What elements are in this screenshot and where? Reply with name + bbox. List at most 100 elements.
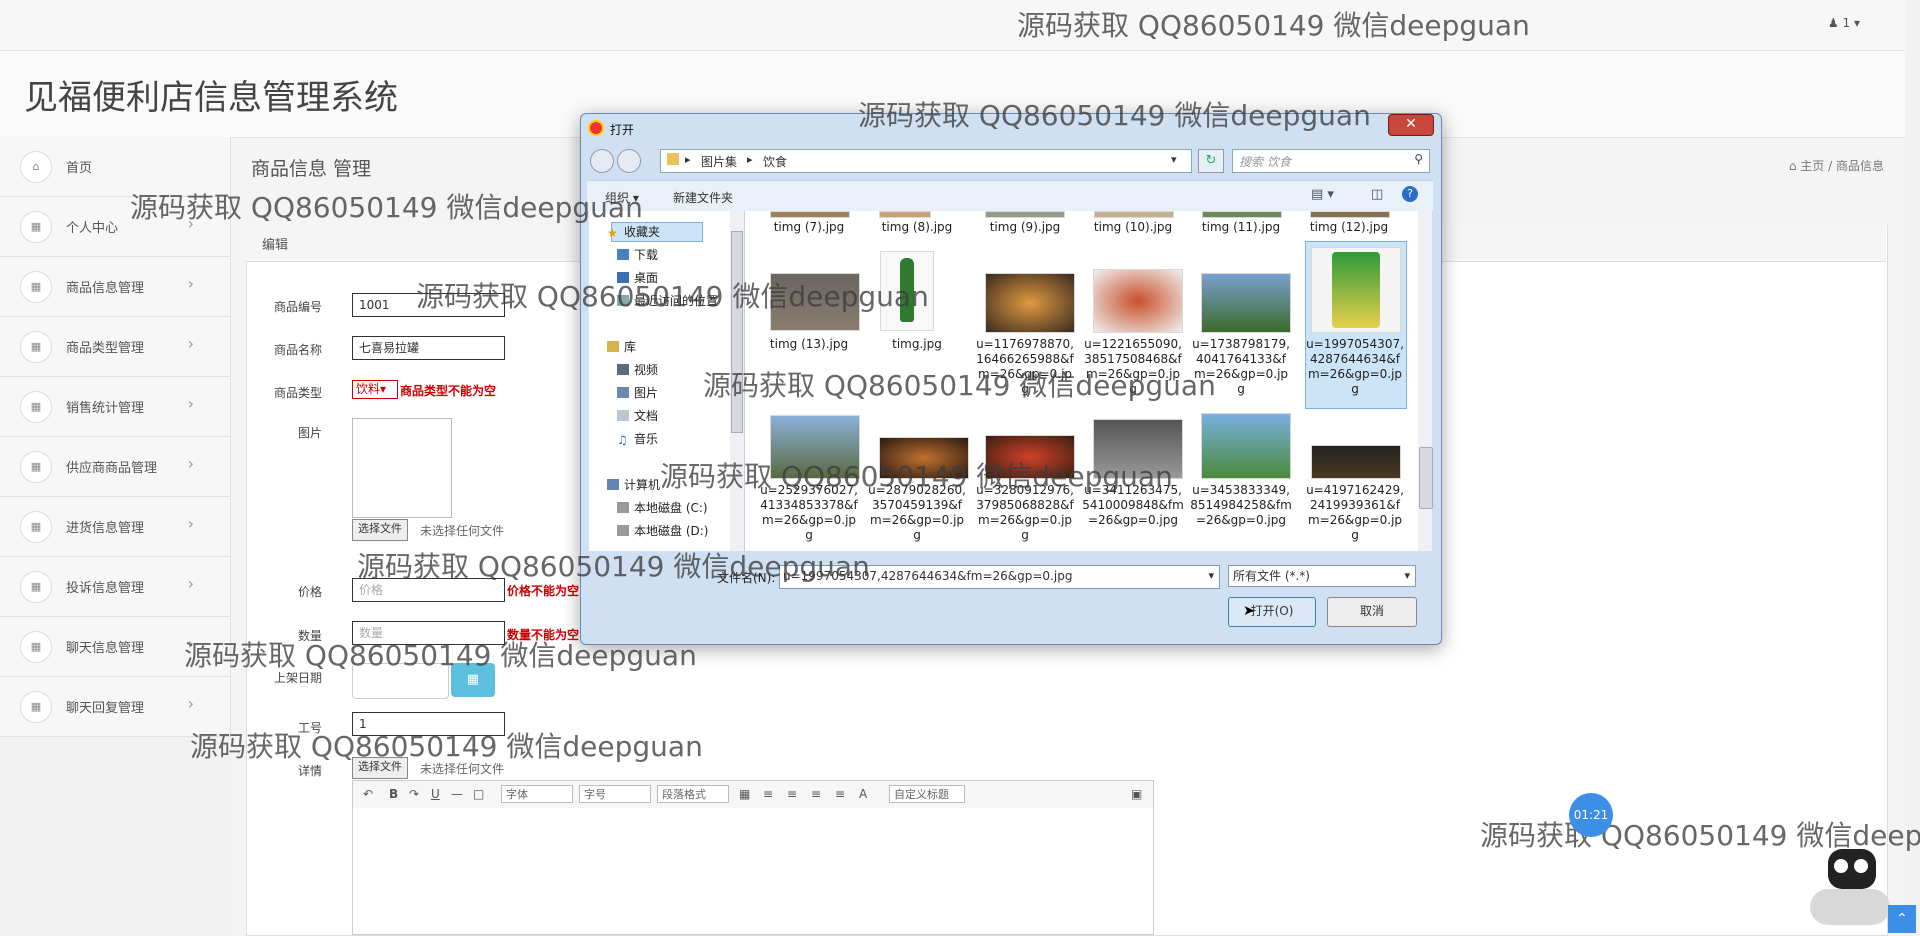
underline-icon[interactable]: U <box>431 787 440 801</box>
nav-music[interactable]: ♫ 音乐 <box>617 430 658 447</box>
nav-libraries[interactable]: 库 <box>607 338 636 355</box>
code-input[interactable]: 1001 <box>352 293 505 317</box>
user-menu[interactable]: ♟ 1 ▾ <box>1828 16 1860 30</box>
filetype-select[interactable]: 所有文件 (*.*) ▾ <box>1228 565 1416 587</box>
nav-downloads[interactable]: 下载 <box>617 246 658 263</box>
preview-pane-icon[interactable]: ◫ <box>1371 187 1383 202</box>
redo-icon[interactable]: ↷ <box>409 787 419 801</box>
forward-button[interactable] <box>617 149 641 173</box>
horizontal-rule-icon[interactable]: — <box>451 787 463 801</box>
file-thumbnail[interactable] <box>1310 211 1390 218</box>
nav-recent[interactable]: 最近访问的位置 <box>617 292 718 309</box>
align-center-icon[interactable]: ≡ <box>811 787 821 801</box>
close-button[interactable]: ✕ <box>1388 114 1434 136</box>
nav-drive-d[interactable]: 本地磁盘 (D:) <box>617 522 708 539</box>
file-thumbnail[interactable] <box>879 211 931 218</box>
custom-title-select[interactable]: 自定义标题 <box>889 785 965 803</box>
file-name[interactable]: u=1738798179, 4041764133&f m=26&gp=0.jp g <box>1189 337 1293 397</box>
file-name[interactable]: timg (12).jpg <box>1297 220 1401 235</box>
refresh-button[interactable]: ↻ <box>1198 149 1224 173</box>
file-thumbnail[interactable] <box>770 415 860 479</box>
undo-icon[interactable]: ↶ <box>363 787 373 801</box>
file-thumbnail[interactable] <box>1201 273 1291 333</box>
file-name[interactable]: u=4197162429, 2419939361&f m=26&gp=0.jp g <box>1303 483 1407 543</box>
file-name[interactable]: timg (9).jpg <box>973 220 1077 235</box>
page-icon[interactable]: □ <box>473 787 484 801</box>
type-select[interactable]: 饮料▾ <box>352 380 398 399</box>
file-name[interactable]: u=3280912976, 37985068828&f m=26&gp=0.jp g <box>973 483 1077 543</box>
font-color-icon[interactable]: A <box>859 787 867 801</box>
name-input[interactable]: 七喜易拉罐 <box>352 336 505 360</box>
new-folder-button[interactable]: 新建文件夹 <box>673 189 733 206</box>
nav-drive-c[interactable]: 本地磁盘 (C:) <box>617 499 708 516</box>
file-thumbnail[interactable] <box>985 435 1075 479</box>
file-thumbnail[interactable] <box>1093 269 1183 333</box>
file-thumbnail[interactable] <box>985 211 1065 218</box>
sidebar-item-supplier-products[interactable]: ▦ 供应商商品管理 › <box>0 437 230 497</box>
font-size-select[interactable]: 字号 <box>579 785 651 803</box>
sidebar-item-purchases[interactable]: ▦ 进货信息管理 › <box>0 497 230 557</box>
file-list-scroll-thumb[interactable] <box>1419 447 1433 509</box>
file-name[interactable]: timg (10).jpg <box>1081 220 1185 235</box>
file-thumbnail[interactable] <box>1094 211 1174 218</box>
sidebar-item-product-types[interactable]: ▦ 商品类型管理 › <box>0 317 230 377</box>
nav-desktop[interactable]: 桌面 <box>617 269 658 286</box>
file-name[interactable]: u=3411263475, 5410009848&fm =26&gp=0.jpg <box>1081 483 1185 528</box>
open-button[interactable]: 打开(O) <box>1228 597 1316 627</box>
search-input[interactable]: 搜索 饮食 ⚲ <box>1232 149 1430 173</box>
file-name[interactable]: u=1997054307, 4287644634&f m=26&gp=0.jp g <box>1303 337 1407 397</box>
nav-videos[interactable]: 视频 <box>617 361 658 378</box>
back-button[interactable] <box>590 149 614 173</box>
file-thumbnail[interactable] <box>879 437 969 479</box>
detail-choose-file-button[interactable]: 选择文件 <box>352 757 408 779</box>
table-icon[interactable]: ▦ <box>739 787 750 801</box>
file-name[interactable]: u=2879028260, 3570459139&f m=26&gp=0.jp g <box>865 483 969 543</box>
nav-scrollbar[interactable] <box>730 211 744 551</box>
editor-body[interactable] <box>352 808 1154 935</box>
sidebar-item-home[interactable]: ⌂ 首页 <box>0 137 230 197</box>
sidebar-item-chat[interactable]: ▦ 聊天信息管理 › <box>0 617 230 677</box>
path-segment[interactable]: 图片集 <box>701 153 737 170</box>
nav-scroll-thumb[interactable] <box>731 231 743 433</box>
filename-input[interactable]: u=1997054307,4287644634&fm=26&gp=0.jpg ▾ <box>779 565 1220 589</box>
file-thumbnail[interactable] <box>985 273 1075 333</box>
file-name[interactable]: u=1221655090, 38517508468&f m=26&gp=0.jp g <box>1081 337 1185 397</box>
align-right-icon[interactable]: ≡ <box>787 787 797 801</box>
file-thumbnail[interactable] <box>1202 211 1282 218</box>
shelf-date-input[interactable] <box>352 663 449 699</box>
sidebar-item-chat-replies[interactable]: ▦ 聊天回复管理 › <box>0 677 230 737</box>
file-name[interactable]: u=2529376027, 41334853378&f m=26&gp=0.jp g <box>757 483 861 543</box>
file-name[interactable]: timg (7).jpg <box>757 220 861 235</box>
file-name[interactable]: u=3453833349, 8514984258&fm =26&gp=0.jpg <box>1189 483 1293 528</box>
file-thumbnail[interactable] <box>1311 445 1401 479</box>
nav-computer[interactable]: 计算机 <box>607 476 660 493</box>
qty-input[interactable]: 数量 <box>352 621 505 645</box>
sidebar-item-products[interactable]: ▦ 商品信息管理 › <box>0 257 230 317</box>
font-select[interactable]: 字体 <box>501 785 573 803</box>
justify-icon[interactable]: ≡ <box>835 787 845 801</box>
file-name[interactable]: u=1176978870, 16466265988&f m=26&gp=0.jp g <box>973 337 1077 397</box>
breadcrumb-home[interactable]: 主页 <box>1800 159 1824 173</box>
align-left-icon[interactable]: ≡ <box>763 787 773 801</box>
file-thumbnail[interactable] <box>1201 413 1291 479</box>
file-name[interactable]: timg.jpg <box>865 337 969 352</box>
calendar-button[interactable]: ▦ <box>451 663 495 697</box>
sidebar-item-profile[interactable]: ▦ 个人中心 › <box>0 197 230 257</box>
file-name[interactable]: timg (11).jpg <box>1189 220 1293 235</box>
file-thumbnail[interactable] <box>770 273 860 331</box>
worker-input[interactable]: 1 <box>352 712 505 736</box>
nav-pictures[interactable]: 图片 <box>617 384 658 401</box>
price-input[interactable]: 价格 <box>352 578 505 602</box>
file-thumbnail[interactable] <box>1093 419 1183 479</box>
file-thumbnail[interactable] <box>770 211 850 218</box>
path-segment[interactable]: 饮食 <box>763 153 787 170</box>
nav-documents[interactable]: 文档 <box>617 407 658 424</box>
fullscreen-icon[interactable]: ▣ <box>1131 787 1142 801</box>
caret-down-icon[interactable]: ▾ <box>1171 153 1177 166</box>
address-bar[interactable]: ▸ 图片集 ▸ 饮食 ▾ <box>660 149 1192 173</box>
paragraph-select[interactable]: 段落格式 <box>657 785 729 803</box>
organize-menu[interactable]: 组织 ▾ <box>605 189 639 206</box>
view-options-icon[interactable]: ▤ ▾ <box>1311 187 1334 202</box>
cancel-button[interactable]: 取消 <box>1327 597 1417 627</box>
file-name[interactable]: timg (13).jpg <box>757 337 861 352</box>
